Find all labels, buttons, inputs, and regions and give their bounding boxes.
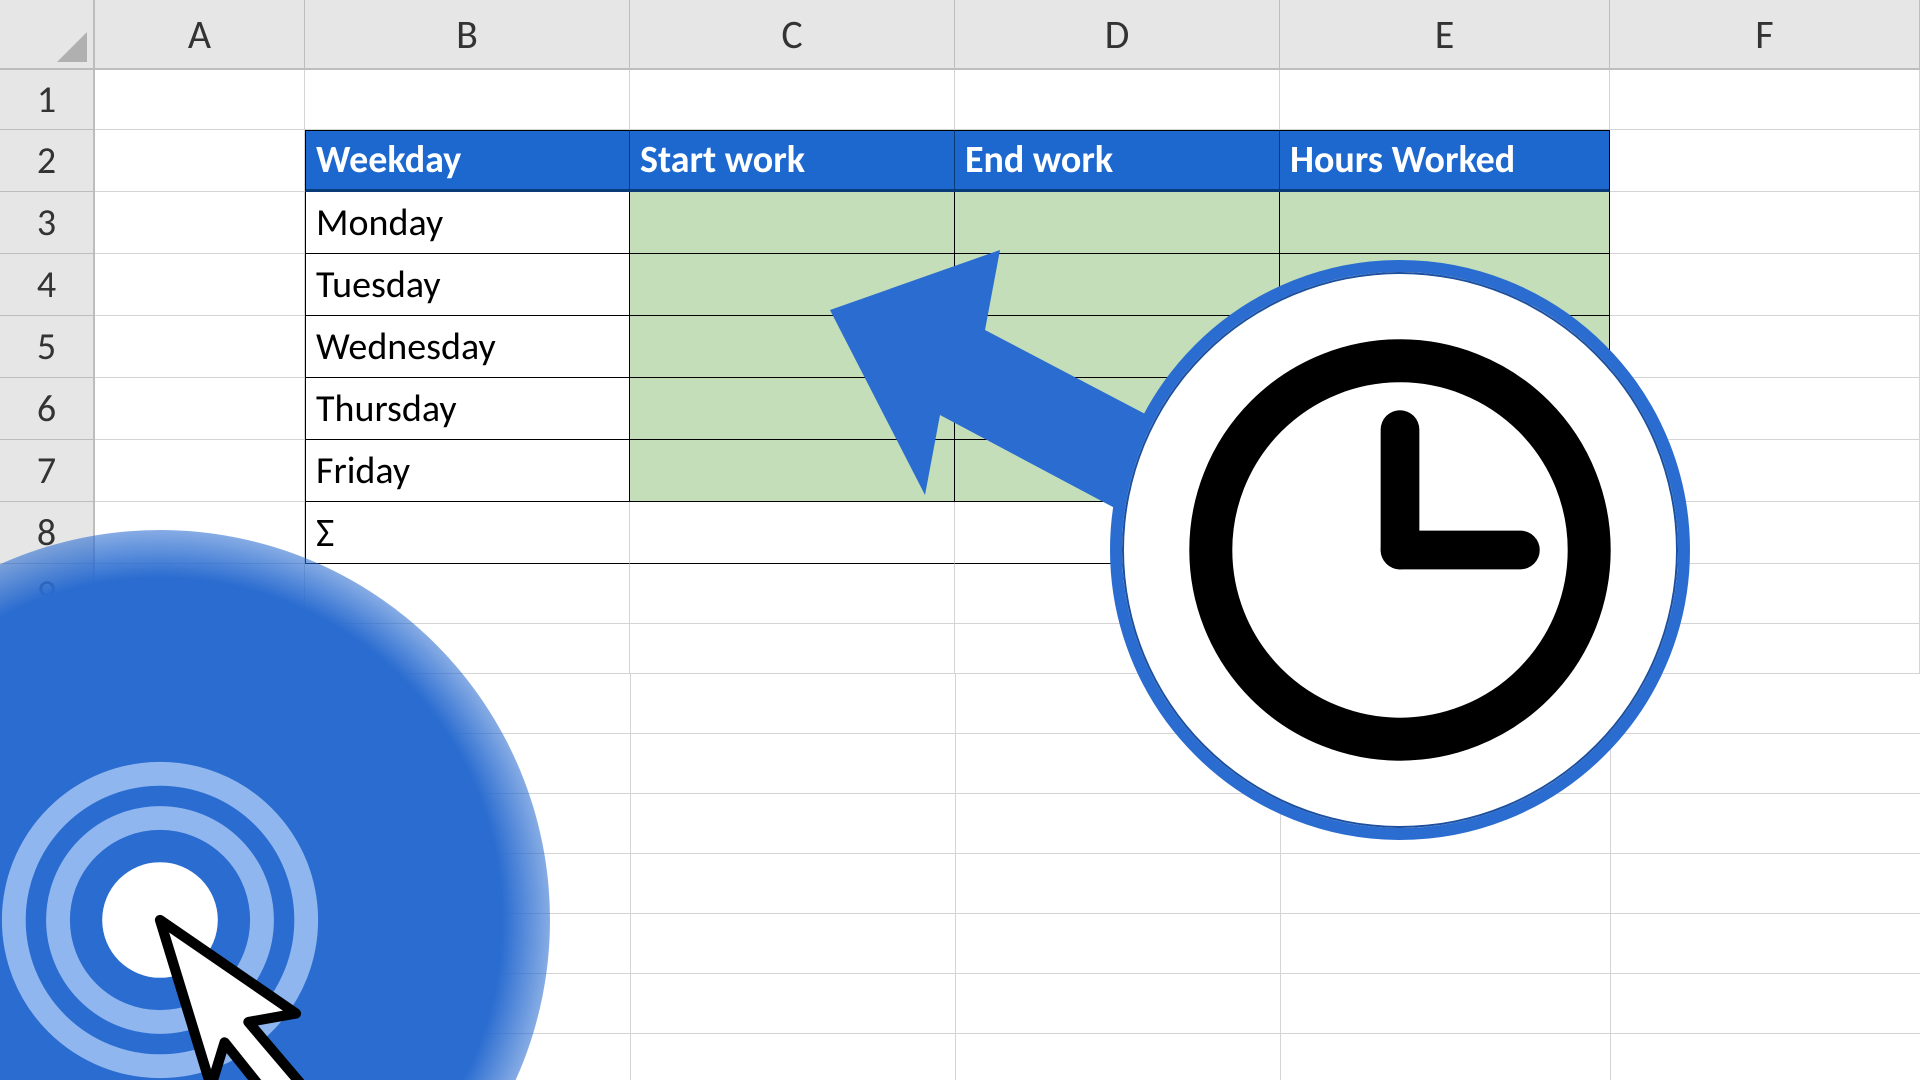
cell-hours-mon[interactable] (1280, 192, 1610, 254)
cell-A1[interactable] (95, 70, 305, 130)
cell-weekday-tue[interactable]: Tuesday (305, 254, 630, 316)
cell-start-mon[interactable] (630, 192, 955, 254)
header-end-work[interactable]: End work (955, 130, 1280, 192)
cell-weekday-wed[interactable]: Wednesday (305, 316, 630, 378)
gridline (955, 674, 956, 1080)
row-header-6[interactable]: 6 (0, 378, 95, 440)
header-weekday[interactable]: Weekday (305, 130, 630, 192)
cell-A7[interactable] (95, 440, 305, 502)
cell-F2[interactable] (1610, 130, 1920, 192)
cell-weekday-thu[interactable]: Thursday (305, 378, 630, 440)
select-all-triangle-icon (57, 32, 87, 62)
cell-E1[interactable] (1280, 70, 1610, 130)
row-header-3[interactable]: 3 (0, 192, 95, 254)
header-hours-worked[interactable]: Hours Worked (1280, 130, 1610, 192)
col-header-F[interactable]: F (1610, 0, 1920, 70)
row-header-4[interactable]: 4 (0, 254, 95, 316)
cell-C1[interactable] (630, 70, 955, 130)
col-header-C[interactable]: C (630, 0, 955, 70)
header-start-work[interactable]: Start work (630, 130, 955, 192)
row-header-5[interactable]: 5 (0, 316, 95, 378)
cell-A3[interactable] (95, 192, 305, 254)
gridline (630, 674, 631, 1080)
col-header-B[interactable]: B (305, 0, 630, 70)
row-header-2[interactable]: 2 (0, 130, 95, 192)
clock-badge (1110, 260, 1690, 840)
row-header-7[interactable]: 7 (0, 440, 95, 502)
spreadsheet-grid[interactable]: A B C D E F 1 2 3 4 5 6 7 8 9 10 (0, 0, 1920, 1080)
cell-end-mon[interactable] (955, 192, 1280, 254)
cell-C10[interactable] (630, 624, 955, 674)
cell-weekday-fri[interactable]: Friday (305, 440, 630, 502)
col-header-E[interactable]: E (1280, 0, 1610, 70)
col-header-A[interactable]: A (95, 0, 305, 70)
cell-A5[interactable] (95, 316, 305, 378)
select-all-corner[interactable] (0, 0, 95, 70)
cell-A2[interactable] (95, 130, 305, 192)
row-header-1[interactable]: 1 (0, 70, 95, 130)
col-header-D[interactable]: D (955, 0, 1280, 70)
cell-sum-label[interactable]: Σ (305, 502, 630, 564)
target-cursor-icon (0, 750, 330, 1080)
cell-weekday-mon[interactable]: Monday (305, 192, 630, 254)
cell-A6[interactable] (95, 378, 305, 440)
cell-F3[interactable] (1610, 192, 1920, 254)
clock-icon (1185, 335, 1615, 765)
cell-B1[interactable] (305, 70, 630, 130)
cell-F5[interactable] (1610, 316, 1920, 378)
cell-D1[interactable] (955, 70, 1280, 130)
cell-A4[interactable] (95, 254, 305, 316)
cell-F4[interactable] (1610, 254, 1920, 316)
cell-F1[interactable] (1610, 70, 1920, 130)
